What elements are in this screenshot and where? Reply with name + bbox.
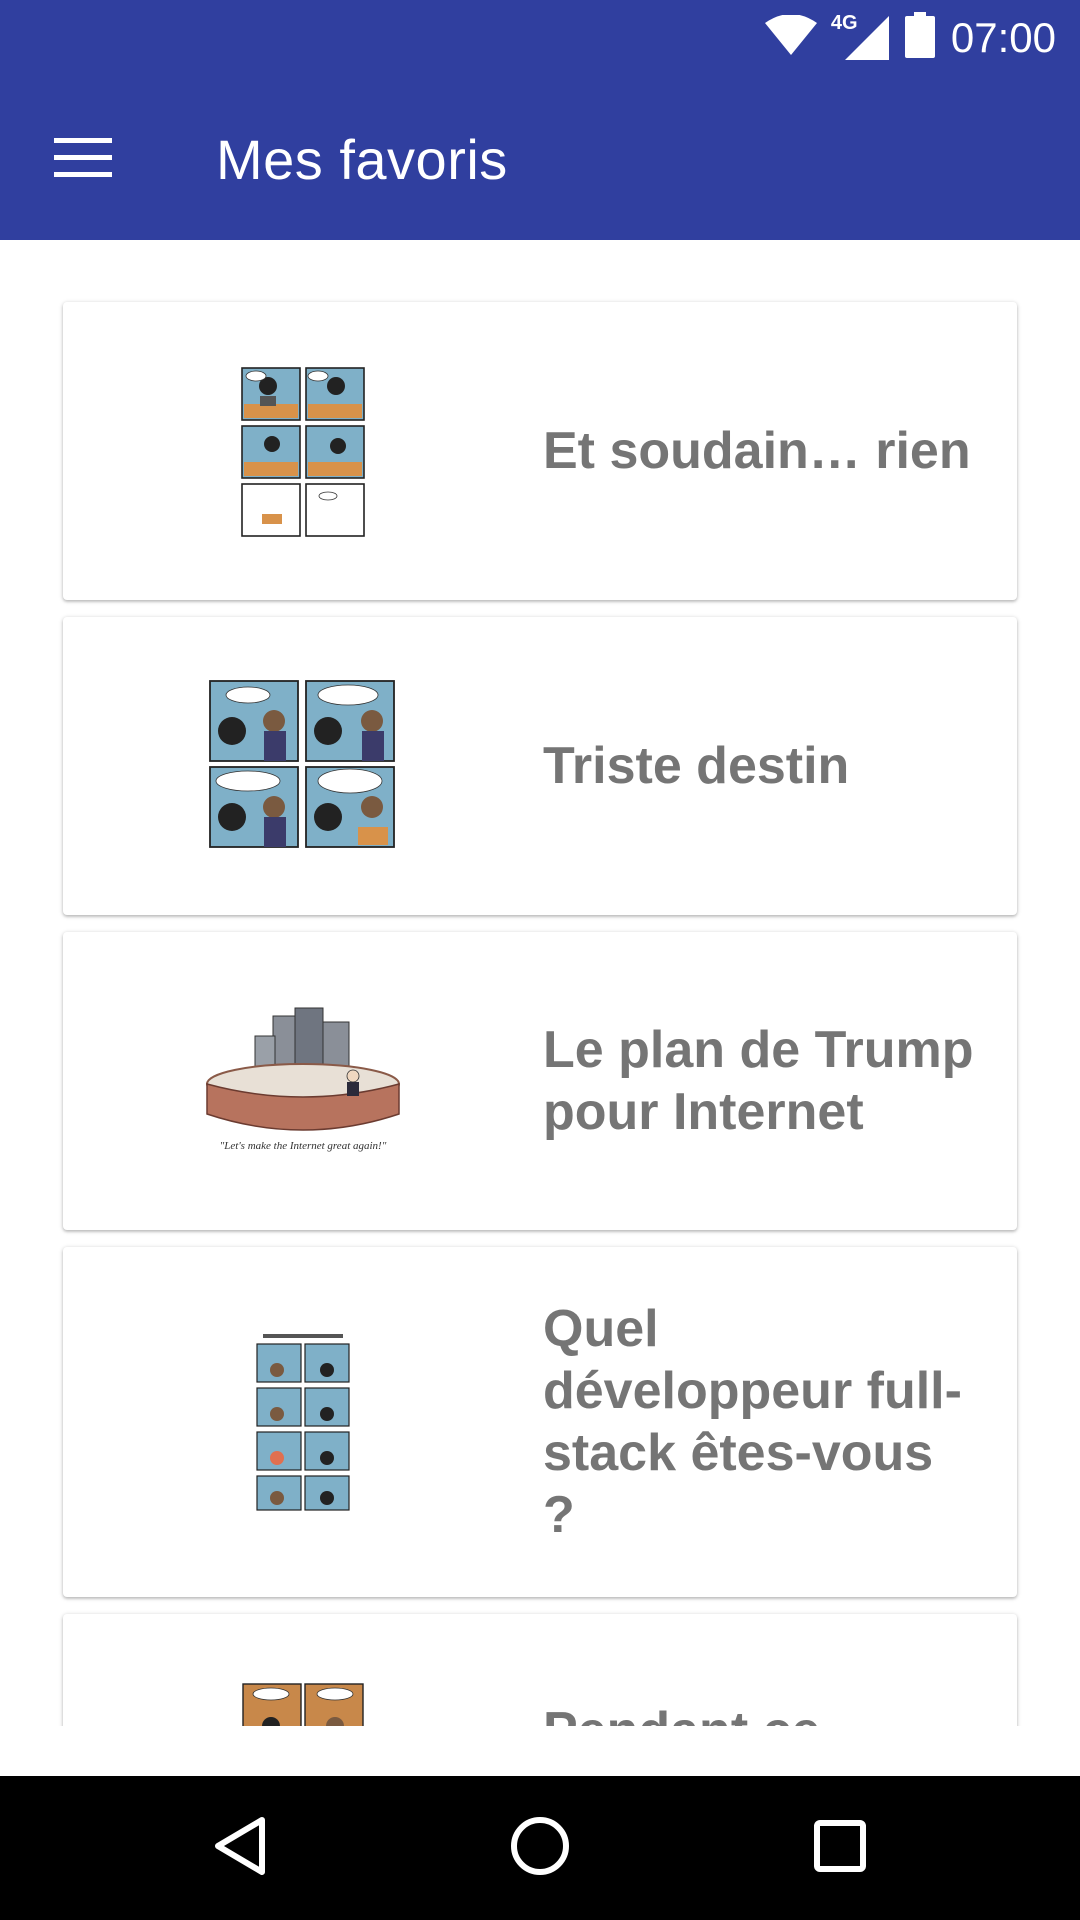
status-icons: 4G 07:00 <box>764 0 1056 75</box>
recents-square-icon <box>813 1819 867 1878</box>
home-circle-icon <box>510 1816 570 1881</box>
favorite-title: Et soudain… rien <box>543 422 971 480</box>
comic-thumbnail <box>63 1614 543 1726</box>
wifi-icon <box>764 14 817 60</box>
menu-icon <box>54 137 112 183</box>
cartoon-thumbnail: "Let's make the Internet great again!" <box>63 932 543 1230</box>
favorite-title: Triste destin <box>543 737 850 795</box>
comic-thumbnail <box>63 617 543 915</box>
app-bar: Mes favoris <box>0 75 1080 240</box>
home-button[interactable] <box>490 1798 590 1898</box>
favorite-card[interactable]: Quel développeur full-stack êtes-vous ? <box>63 1247 1017 1597</box>
back-button[interactable] <box>190 1798 290 1898</box>
page-title: Mes favoris <box>216 128 508 191</box>
cartoon-caption: "Let's make the Internet great again!" <box>219 1140 387 1152</box>
network-type-label: 4G <box>830 11 858 34</box>
comic-thumbnail <box>63 1247 543 1597</box>
navigation-bar <box>0 1776 1080 1920</box>
menu-button[interactable] <box>38 115 128 205</box>
favorite-card[interactable]: Et soudain… rien <box>63 302 1017 600</box>
status-bar: 4G 07:00 <box>0 0 1080 75</box>
favorite-card[interactable]: Triste destin <box>63 617 1017 915</box>
favorites-list[interactable]: Et soudain… rien Triste destin "Let's ma… <box>0 240 1080 1726</box>
favorite-title: Le plan de Trump pour Internet <box>543 1021 974 1141</box>
favorite-card[interactable]: "Let's make the Internet great again!" L… <box>63 932 1017 1230</box>
favorite-title: Pendant ce temps <box>543 1614 977 1726</box>
cell-signal-icon: 4G <box>831 12 889 60</box>
recents-button[interactable] <box>790 1798 890 1898</box>
comic-thumbnail <box>63 302 543 600</box>
status-time: 07:00 <box>950 13 1056 61</box>
battery-icon <box>904 12 935 63</box>
back-triangle-icon <box>212 1816 268 1881</box>
favorite-card[interactable]: Pendant ce temps <box>63 1614 1017 1726</box>
favorite-title: Quel développeur full-stack êtes-vous ? <box>543 1300 962 1544</box>
